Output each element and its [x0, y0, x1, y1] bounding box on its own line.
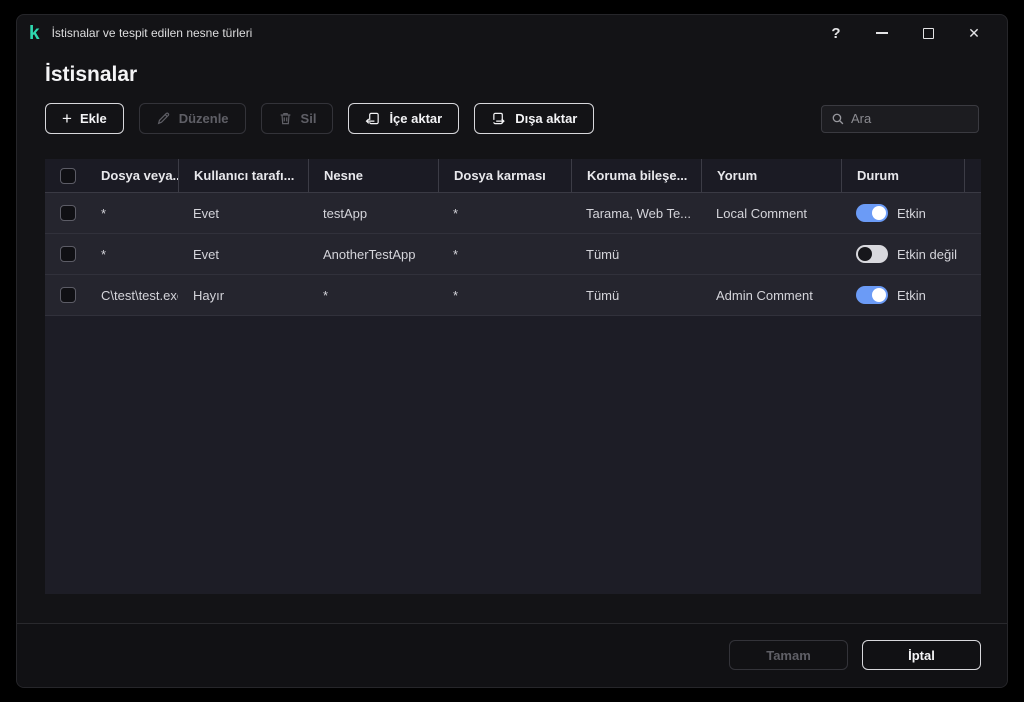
minimize-button[interactable]	[859, 15, 905, 51]
column-header-comment[interactable]: Yorum	[701, 159, 841, 192]
status-toggle[interactable]	[856, 204, 888, 222]
cell-status: Etkin	[841, 204, 964, 222]
table-row[interactable]: * Evet AnotherTestApp * Tümü Etkin değil	[45, 234, 981, 275]
column-header-spacer	[964, 159, 981, 192]
row-checkbox-cell	[45, 205, 86, 221]
export-button-label: Dışa aktar	[515, 111, 578, 126]
cell-hash: *	[453, 287, 459, 303]
column-header-hash[interactable]: Dosya karması	[438, 159, 571, 192]
cell-path: C\test\test.exe	[101, 287, 178, 303]
cell-status: Etkin değil	[841, 245, 964, 263]
cancel-button[interactable]: İptal	[862, 640, 981, 670]
dialog-footer: Tamam İptal	[17, 623, 1007, 687]
column-header-status[interactable]: Durum	[841, 159, 964, 192]
select-all-checkbox[interactable]	[60, 167, 76, 184]
cell-component: Tarama, Web Te...	[586, 205, 692, 221]
window-controls: ? ✕	[813, 15, 997, 51]
cell-comment: Local Comment	[716, 205, 808, 221]
cell-object: testApp	[323, 205, 368, 221]
cell-object: AnotherTestApp	[323, 246, 416, 262]
column-header-object[interactable]: Nesne	[308, 159, 438, 192]
toggle-knob	[858, 247, 872, 261]
status-label: Etkin	[897, 287, 926, 303]
page-title: İstisnalar	[45, 63, 138, 86]
add-button[interactable]: + Ekle	[45, 103, 124, 134]
table-row[interactable]: * Evet testApp * Tarama, Web Te... Local…	[45, 193, 981, 234]
trash-icon	[280, 113, 290, 125]
app-window: k İstisnalar ve tespit edilen nesne türl…	[16, 14, 1008, 688]
toggle-knob	[872, 288, 886, 302]
toolbar: + Ekle Düzenle Sil İçe aktar Dışa aktar	[45, 103, 979, 134]
cell-user: Evet	[193, 246, 220, 262]
status-toggle[interactable]	[856, 245, 888, 263]
table-row[interactable]: C\test\test.exe Hayır * * Tümü Admin Com…	[45, 275, 981, 316]
cell-component: Tümü	[586, 246, 620, 262]
cell-user: Hayır	[193, 287, 225, 303]
title-bar: k İstisnalar ve tespit edilen nesne türl…	[17, 15, 1007, 51]
import-button[interactable]: İçe aktar	[348, 103, 460, 134]
toggle-knob	[872, 206, 886, 220]
ok-button[interactable]: Tamam	[729, 640, 848, 670]
kaspersky-logo-icon: k	[29, 22, 40, 44]
edit-button-label: Düzenle	[178, 111, 229, 126]
export-icon	[493, 112, 505, 125]
minimize-icon	[876, 32, 888, 34]
plus-icon: +	[62, 109, 72, 128]
cell-comment: Admin Comment	[716, 287, 813, 303]
exclusions-table: Dosya veya... Kullanıcı tarafı... Nesne …	[45, 159, 981, 594]
window-title: İstisnalar ve tespit edilen nesne türler…	[51, 26, 253, 40]
cell-object: *	[323, 287, 329, 303]
table-header-row: Dosya veya... Kullanıcı tarafı... Nesne …	[45, 159, 981, 193]
column-header-user[interactable]: Kullanıcı tarafı...	[178, 159, 308, 192]
cell-path: *	[101, 205, 107, 221]
select-all-cell	[45, 159, 86, 192]
column-header-component[interactable]: Koruma bileşe...	[571, 159, 701, 192]
column-header-path[interactable]: Dosya veya...	[86, 159, 178, 192]
row-checkbox-cell	[45, 246, 86, 262]
delete-button-label: Sil	[300, 111, 317, 126]
add-button-label: Ekle	[79, 111, 107, 126]
close-button[interactable]: ✕	[951, 15, 997, 51]
search-icon	[832, 113, 844, 124]
search-input[interactable]	[851, 111, 969, 126]
cell-path: *	[101, 246, 107, 262]
import-button-label: İçe aktar	[389, 111, 443, 126]
cell-user: Evet	[193, 205, 220, 221]
row-checkbox[interactable]	[59, 205, 76, 221]
maximize-button[interactable]	[905, 15, 951, 51]
status-label: Etkin değil	[897, 246, 957, 262]
pencil-icon	[157, 112, 169, 125]
import-icon	[366, 112, 380, 125]
delete-button[interactable]: Sil	[260, 103, 334, 134]
row-checkbox[interactable]	[59, 287, 76, 303]
status-label: Etkin	[897, 205, 926, 221]
cell-hash: *	[453, 246, 459, 262]
maximize-icon	[922, 27, 934, 39]
cell-component: Tümü	[586, 287, 620, 303]
export-button[interactable]: Dışa aktar	[474, 103, 595, 134]
row-checkbox-cell	[45, 287, 86, 303]
edit-button[interactable]: Düzenle	[138, 103, 246, 134]
cell-hash: *	[453, 205, 459, 221]
search-box	[821, 104, 979, 133]
row-checkbox[interactable]	[59, 246, 76, 262]
cell-status: Etkin	[841, 286, 964, 304]
status-toggle[interactable]	[856, 286, 888, 304]
help-button[interactable]: ?	[813, 15, 859, 51]
